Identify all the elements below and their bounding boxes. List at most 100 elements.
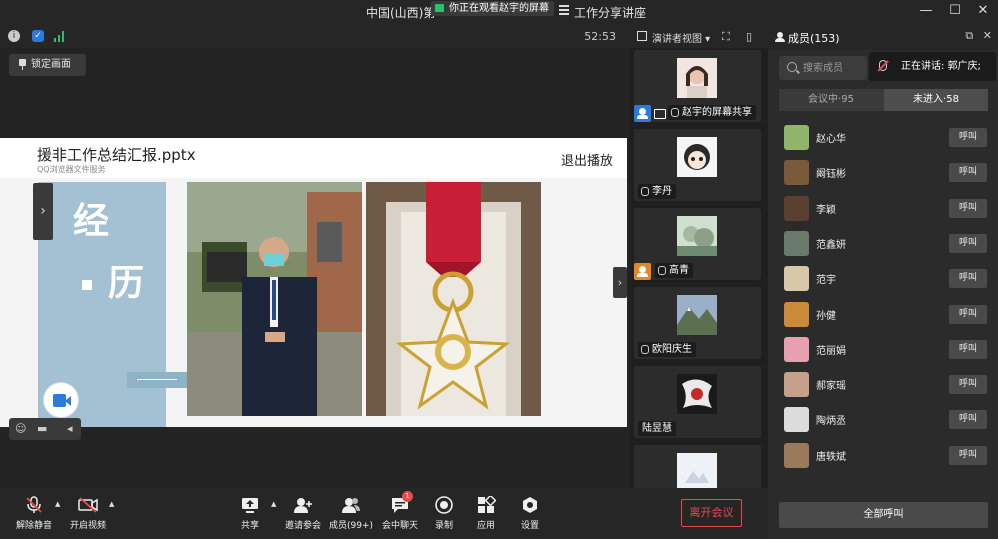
watching-banner[interactable]: 你正在观看赵宇的屏幕 xyxy=(431,1,554,16)
participant-name: 李丹 xyxy=(638,184,676,199)
participant-avatar xyxy=(677,453,717,488)
member-search-input[interactable] xyxy=(803,60,865,76)
list-icon[interactable] xyxy=(559,5,569,15)
call-all-button[interactable]: 全部呼叫 xyxy=(779,502,988,528)
microphone-icon xyxy=(658,266,666,275)
start-video-button[interactable]: 开启视频 ▲ xyxy=(58,496,118,531)
call-member-button[interactable]: 呼叫 xyxy=(949,163,987,183)
member-row[interactable]: 李颖 呼叫 xyxy=(768,191,998,226)
video-camera-icon[interactable] xyxy=(43,382,79,418)
member-row[interactable]: 范鑫妍 呼叫 xyxy=(768,226,998,261)
call-member-button[interactable]: 呼叫 xyxy=(949,269,987,289)
members-panel-controls: ⧉ ✕ xyxy=(965,29,992,43)
settings-button[interactable]: 设置 xyxy=(500,496,560,531)
call-member-button[interactable]: 呼叫 xyxy=(949,233,987,253)
microphone-icon xyxy=(641,187,649,196)
member-avatar xyxy=(784,336,809,362)
previous-page-tab[interactable]: › xyxy=(33,183,53,240)
member-row[interactable]: 陶炳丞 呼叫 xyxy=(768,402,998,437)
participant-tile[interactable]: 欧阳庆生 xyxy=(634,287,761,359)
tab-not-joined[interactable]: 未进入·58 xyxy=(884,89,988,111)
slide-bullet xyxy=(82,280,92,290)
info-icon[interactable]: i xyxy=(8,30,20,42)
shield-icon[interactable]: ✓ xyxy=(32,30,44,42)
layout-icon xyxy=(637,31,647,41)
member-name: 范鑫妍 xyxy=(816,239,846,251)
member-row[interactable]: 范宇 呼叫 xyxy=(768,261,998,296)
video-info-bar: i ✓ 52:53 xyxy=(0,24,630,48)
speaker-view-dropdown[interactable]: 演讲者视图 ▾ xyxy=(652,30,710,45)
participant-name-text: 高青 xyxy=(669,265,689,276)
gallery-header: 演讲者视图 ▾ ⛶ ▯ xyxy=(630,24,768,48)
slide-char-2: 历 xyxy=(108,263,145,304)
fullscreen-icon[interactable]: ⛶ xyxy=(722,30,730,44)
share-button[interactable]: 共享 ▲ xyxy=(220,496,280,531)
member-row[interactable]: 范丽娟 呼叫 xyxy=(768,332,998,367)
emoji-icon[interactable]: ☺ xyxy=(15,418,26,440)
meeting-window: 中国(山西)第 你正在观看赵宇的屏幕 工作分享讲座 — ☐ ✕ i ✓ 52:5… xyxy=(0,0,998,539)
participant-gallery: 赵宇的屏幕共享 李丹 高青 欧阳庆生 陆昱慧 xyxy=(630,48,768,488)
close-button[interactable]: ✕ xyxy=(974,3,992,18)
call-member-button[interactable]: 呼叫 xyxy=(949,198,987,218)
share-screen-icon xyxy=(240,496,260,514)
screen-share-icon xyxy=(654,109,666,119)
popout-icon[interactable]: ⧉ xyxy=(965,29,973,42)
close-panel-icon[interactable]: ✕ xyxy=(983,29,992,42)
participant-tile[interactable]: 李丹 xyxy=(634,129,761,201)
speaking-indicator: 正在讲话: 郭广庆; xyxy=(869,52,996,81)
call-member-button[interactable]: 呼叫 xyxy=(949,304,987,324)
member-row[interactable]: 赵心华 呼叫 xyxy=(768,120,998,155)
participant-tile[interactable] xyxy=(634,445,761,488)
participant-name-text: 李丹 xyxy=(652,186,672,197)
chevron-up-icon[interactable]: ▲ xyxy=(109,500,114,508)
participant-avatar xyxy=(677,216,717,256)
apps-grid-icon xyxy=(476,494,497,514)
signal-icon[interactable] xyxy=(54,30,66,42)
member-row[interactable]: 孙健 呼叫 xyxy=(768,297,998,332)
window-title-right: 工作分享讲座 xyxy=(574,6,647,20)
speaking-text: 正在讲话: 郭广庆; xyxy=(901,61,981,72)
settings-label: 设置 xyxy=(520,521,539,531)
call-member-button[interactable]: 呼叫 xyxy=(949,375,987,395)
members-panel-header: 成员(153) ⧉ ✕ xyxy=(768,24,998,50)
unmute-button[interactable]: 解除静音 ▲ xyxy=(4,496,64,531)
leave-meeting-button[interactable]: 离开会议 xyxy=(681,499,742,527)
participant-tile[interactable]: 高青 xyxy=(634,208,761,280)
tab-in-meeting[interactable]: 会议中·95 xyxy=(779,89,883,111)
collapse-gallery-tab[interactable]: › xyxy=(613,267,627,298)
member-list: 赵心华 呼叫 阚钰彬 呼叫 李颖 呼叫 范鑫妍 呼叫 范宇 呼叫 孙健 呼叫 范丽娟 呼叫 郝家瑶 呼叫 陶炳丞… xyxy=(768,120,998,488)
slide-photo-medal xyxy=(366,182,541,416)
member-avatar xyxy=(784,195,809,221)
speaker-view-label: 演讲者视图 xyxy=(652,34,702,45)
chat-bubble-icon[interactable]: ▬ xyxy=(37,418,47,440)
call-member-button[interactable]: 呼叫 xyxy=(949,410,987,430)
presentation-document: 援非工作总结汇报.pptx QQ浏览器文件服务 退出播放 经 历 xyxy=(0,138,627,427)
participant-avatar xyxy=(677,374,717,414)
member-avatar xyxy=(784,230,809,256)
member-tabs: 会议中·95 未进入·58 xyxy=(779,89,988,111)
member-search[interactable] xyxy=(779,56,867,80)
member-row[interactable]: 阚钰彬 呼叫 xyxy=(768,155,998,190)
lock-view-button[interactable]: 锁定画面 xyxy=(9,54,86,76)
minimize-button[interactable]: — xyxy=(917,3,935,18)
collapse-left-icon[interactable]: ◂ xyxy=(67,418,73,440)
member-row[interactable]: 唐轶斌 呼叫 xyxy=(768,438,998,473)
microphone-icon xyxy=(671,108,679,117)
watching-banner-label: 你正在观看赵宇的屏幕 xyxy=(449,3,549,14)
maximize-button[interactable]: ☐ xyxy=(946,3,964,18)
participant-tile[interactable]: 赵宇的屏幕共享 xyxy=(634,50,761,122)
slide-photo-person xyxy=(187,182,362,416)
member-row[interactable]: 郝家瑶 呼叫 xyxy=(768,367,998,402)
participant-tile[interactable]: 陆昱慧 xyxy=(634,366,761,438)
participant-name: 高青 xyxy=(655,263,693,278)
call-member-button[interactable]: 呼叫 xyxy=(949,128,987,147)
chat-icon: 1 xyxy=(390,491,413,514)
member-avatar xyxy=(784,442,809,468)
members-panel: 正在讲话: 郭广庆; 会议中·95 未进入·58 赵心华呼叫阚钰彬呼叫李颖呼叫范… xyxy=(768,50,998,539)
call-member-button[interactable]: 呼叫 xyxy=(949,339,987,359)
exit-presentation-button[interactable]: 退出播放 xyxy=(561,150,613,169)
member-avatar xyxy=(784,407,809,433)
sidebar-toggle-icon[interactable]: ▯ xyxy=(746,30,752,43)
member-name: 孙健 xyxy=(816,310,836,322)
call-member-button[interactable]: 呼叫 xyxy=(949,445,987,465)
